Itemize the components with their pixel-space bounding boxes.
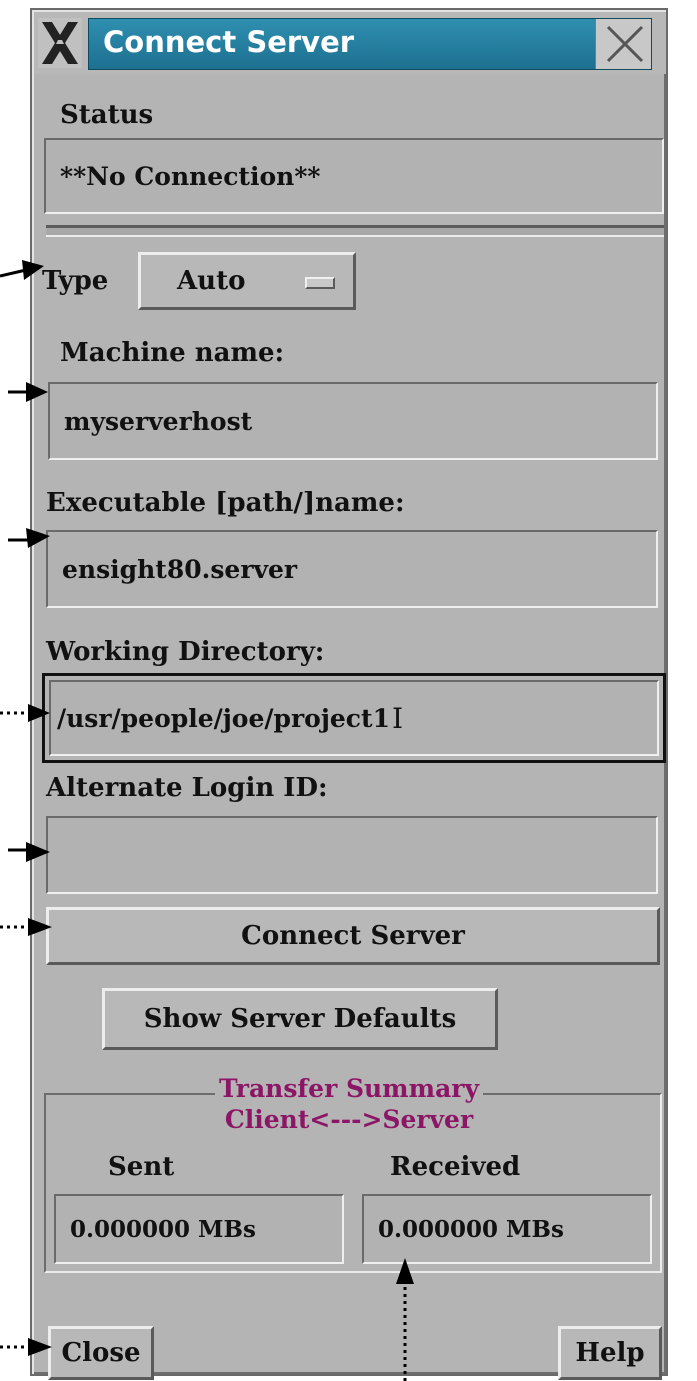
close-button-label: Close [61,1338,141,1368]
machine-name-input[interactable]: myserverhost [48,382,658,460]
help-button-label: Help [575,1338,645,1368]
type-option-menu[interactable]: Auto [138,252,356,310]
status-label: Status [60,100,154,130]
type-label: Type [42,266,109,296]
status-field: **No Connection** [44,138,664,214]
alternate-login-label: Alternate Login ID: [46,773,328,803]
close-button[interactable]: Close [48,1326,154,1380]
status-value: **No Connection** [60,161,321,191]
x-window-logo-icon[interactable] [38,18,82,68]
separator [46,225,664,237]
executable-label: Executable [path/]name: [46,488,405,518]
transfer-summary-title: Transfer Summary Client<--->Server [32,1073,666,1135]
alternate-login-input[interactable] [46,816,658,894]
connect-server-button[interactable]: Connect Server [46,907,660,965]
option-menu-indicator-icon [305,277,335,289]
help-button[interactable]: Help [558,1326,662,1380]
working-directory-label: Working Directory: [46,637,325,667]
title-bar-label-area: Connect Server [88,18,652,70]
executable-value: ensight80.server [62,554,298,584]
connect-server-button-label: Connect Server [241,921,465,951]
sent-value: 0.000000 MBs [70,1215,256,1243]
sent-label: Sent [108,1152,175,1182]
sent-value-field: 0.000000 MBs [54,1194,344,1264]
working-directory-input[interactable]: /usr/people/joe/project1 I [49,680,659,756]
received-value-field: 0.000000 MBs [362,1194,652,1264]
machine-name-value: myserverhost [64,406,253,436]
transfer-summary-title-line2: Client<--->Server [220,1105,478,1134]
received-label: Received [390,1152,521,1182]
working-directory-value: /usr/people/joe/project1 [57,703,390,733]
connect-server-dialog: Connect Server Status **No Connection** … [30,8,668,1380]
received-value: 0.000000 MBs [378,1215,564,1243]
type-selected-value: Auto [177,266,246,296]
text-cursor-icon: I [391,701,404,735]
close-x-icon[interactable] [595,19,651,69]
working-directory-focus-frame: /usr/people/joe/project1 I [42,673,666,763]
show-server-defaults-button[interactable]: Show Server Defaults [102,988,498,1050]
window-title: Connect Server [103,25,355,59]
show-server-defaults-label: Show Server Defaults [143,1004,457,1034]
machine-name-label: Machine name: [60,338,285,368]
title-bar[interactable]: Connect Server [34,12,666,74]
transfer-summary-title-line1: Transfer Summary [215,1074,483,1103]
executable-input[interactable]: ensight80.server [46,530,658,608]
